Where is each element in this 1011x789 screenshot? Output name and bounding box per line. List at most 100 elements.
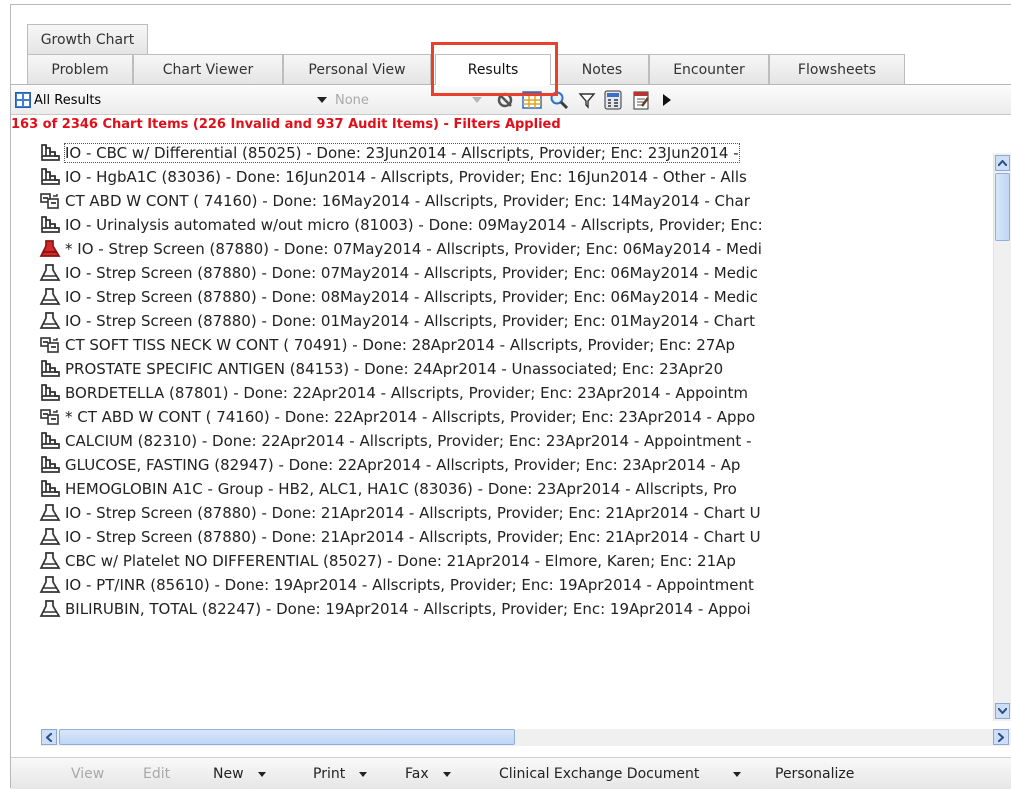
clinical-exchange-document-label: Clinical Exchange Document xyxy=(499,766,700,782)
chevron-right-icon xyxy=(998,732,1004,742)
list-item-text: CT ABD W CONT ( 74160) - Done: 16May2014… xyxy=(65,192,750,210)
scroll-left-button[interactable] xyxy=(41,729,57,745)
list-item-partial xyxy=(11,621,993,645)
chevron-down-icon xyxy=(359,771,368,777)
filter-select-value: None xyxy=(335,92,369,108)
list-item-text: CALCIUM (82310) - Done: 22Apr2014 - Alls… xyxy=(65,432,752,450)
list-item[interactable]: IO - Strep Screen (87880) - Done: 07May2… xyxy=(11,261,993,285)
action-bar: View Edit New Print Fax Clinical Exchang… xyxy=(11,757,1011,789)
list-item[interactable]: IO - CBC w/ Differential (85025) - Done:… xyxy=(11,141,993,165)
columns-button[interactable] xyxy=(522,90,542,110)
list-item[interactable]: IO - Strep Screen (87880) - Done: 21Apr2… xyxy=(11,501,993,525)
columns-icon xyxy=(522,91,542,109)
flask-icon xyxy=(39,311,61,331)
print-button[interactable]: Print xyxy=(313,766,368,782)
edit-notes-button[interactable] xyxy=(631,90,651,110)
flask-icon xyxy=(39,599,61,619)
list-item[interactable]: CBC w/ Platelet NO DIFFERENTIAL (85027) … xyxy=(11,549,993,573)
view-select-arrow[interactable] xyxy=(317,90,327,110)
lab-result-icon xyxy=(39,143,61,163)
chevron-up-icon xyxy=(998,160,1007,166)
filter-button[interactable] xyxy=(578,90,596,110)
filter-icon xyxy=(578,93,596,109)
filter-select[interactable]: None xyxy=(335,90,485,110)
imaging-result-icon xyxy=(39,407,61,427)
tab-notes[interactable]: Notes xyxy=(555,54,649,84)
filter-select-arrow xyxy=(472,90,482,110)
scroll-up-button[interactable] xyxy=(995,155,1010,171)
list-item[interactable]: GLUCOSE, FASTING (82947) - Done: 22Apr20… xyxy=(11,453,993,477)
flask-icon xyxy=(39,263,61,283)
list-item[interactable]: IO - HgbA1C (83036) - Done: 16Jun2014 - … xyxy=(11,165,993,189)
view-button[interactable]: View xyxy=(71,766,104,782)
refresh-icon xyxy=(497,92,513,108)
list-item[interactable]: * IO - Strep Screen (87880) - Done: 07Ma… xyxy=(11,237,993,261)
flask-icon xyxy=(39,503,61,523)
flask-abnormal-icon xyxy=(39,239,61,259)
personalize-button[interactable]: Personalize xyxy=(775,766,854,782)
scroll-right-button[interactable] xyxy=(993,729,1009,745)
list-item-text: IO - Urinalysis automated w/out micro (8… xyxy=(65,216,763,234)
view-select[interactable]: All Results xyxy=(15,90,307,110)
list-item-text: IO - Strep Screen (87880) - Done: 01May2… xyxy=(65,312,755,330)
lab-result-icon xyxy=(39,167,61,187)
calculator-button[interactable] xyxy=(603,90,623,110)
horizontal-scrollbar[interactable] xyxy=(41,729,1011,746)
list-item[interactable]: HEMOGLOBIN A1C - Group - HB2, ALC1, HA1C… xyxy=(11,477,993,501)
vertical-scroll-thumb[interactable] xyxy=(995,173,1010,241)
lab-result-icon xyxy=(39,455,61,475)
clinical-exchange-document-button[interactable]: Clinical Exchange Document xyxy=(499,766,742,782)
print-label: Print xyxy=(313,766,346,782)
list-item[interactable]: IO - Strep Screen (87880) - Done: 21Apr2… xyxy=(11,525,993,549)
scroll-down-button[interactable] xyxy=(995,703,1010,719)
vertical-scrollbar[interactable] xyxy=(993,153,1011,721)
results-window: Growth Chart Problem Chart Viewer Person… xyxy=(10,4,1011,789)
list-item[interactable]: CALCIUM (82310) - Done: 22Apr2014 - Alls… xyxy=(11,429,993,453)
lab-result-icon xyxy=(39,431,61,451)
list-item[interactable]: BORDETELLA (87801) - Done: 22Apr2014 - A… xyxy=(11,381,993,405)
chevron-down-icon xyxy=(317,97,327,103)
tab-personal-view[interactable]: Personal View xyxy=(283,54,431,84)
refresh-button[interactable] xyxy=(495,90,515,110)
imaging-result-icon xyxy=(39,191,61,211)
chevron-down-icon xyxy=(472,97,482,103)
list-item[interactable]: IO - Strep Screen (87880) - Done: 01May2… xyxy=(11,309,993,333)
flask-icon xyxy=(39,527,61,547)
play-arrow-icon xyxy=(663,94,671,106)
lab-result-icon xyxy=(39,383,61,403)
search-button[interactable] xyxy=(549,90,569,110)
view-select-value: All Results xyxy=(34,92,102,108)
list-item[interactable]: IO - Urinalysis automated w/out micro (8… xyxy=(11,213,993,237)
list-item-text: * CT ABD W CONT ( 74160) - Done: 22Apr20… xyxy=(65,408,756,426)
more-button[interactable] xyxy=(661,90,673,110)
new-label: New xyxy=(213,766,244,782)
list-item[interactable]: BILIRUBIN, TOTAL (82247) - Done: 19Apr20… xyxy=(11,597,993,621)
tab-growth-chart[interactable]: Growth Chart xyxy=(27,24,148,54)
list-item[interactable]: CT SOFT TISS NECK W CONT ( 70491) - Done… xyxy=(11,333,993,357)
tab-problem[interactable]: Problem xyxy=(27,54,133,84)
list-item[interactable]: PROSTATE SPECIFIC ANTIGEN (84153) - Done… xyxy=(11,357,993,381)
toolbar: All Results None xyxy=(11,86,1011,115)
tab-row-top: Growth Chart xyxy=(11,24,1011,54)
list-item[interactable]: IO - PT/INR (85610) - Done: 19Apr2014 - … xyxy=(11,573,993,597)
grid-icon xyxy=(15,92,31,108)
lab-result-icon xyxy=(39,215,61,235)
tab-encounter[interactable]: Encounter xyxy=(649,54,769,84)
list-item-text: IO - HgbA1C (83036) - Done: 16Jun2014 - … xyxy=(65,168,747,186)
tab-flowsheets[interactable]: Flowsheets xyxy=(769,54,905,84)
list-item-text: GLUCOSE, FASTING (82947) - Done: 22Apr20… xyxy=(65,456,741,474)
horizontal-scroll-thumb[interactable] xyxy=(59,729,515,745)
flask-icon xyxy=(39,575,61,595)
tab-chart-viewer[interactable]: Chart Viewer xyxy=(133,54,283,84)
list-item[interactable]: * CT ABD W CONT ( 74160) - Done: 22Apr20… xyxy=(11,405,993,429)
list-item[interactable]: CT ABD W CONT ( 74160) - Done: 16May2014… xyxy=(11,189,993,213)
imaging-result-icon xyxy=(39,335,61,355)
fax-button[interactable]: Fax xyxy=(405,766,451,782)
edit-button[interactable]: Edit xyxy=(143,766,170,782)
chevron-down-icon xyxy=(733,771,742,777)
lab-result-icon xyxy=(39,359,61,379)
personalize-label: Personalize xyxy=(775,766,855,782)
list-item[interactable]: IO - Strep Screen (87880) - Done: 08May2… xyxy=(11,285,993,309)
tab-results[interactable]: Results xyxy=(435,54,551,85)
new-button[interactable]: New xyxy=(213,766,266,782)
